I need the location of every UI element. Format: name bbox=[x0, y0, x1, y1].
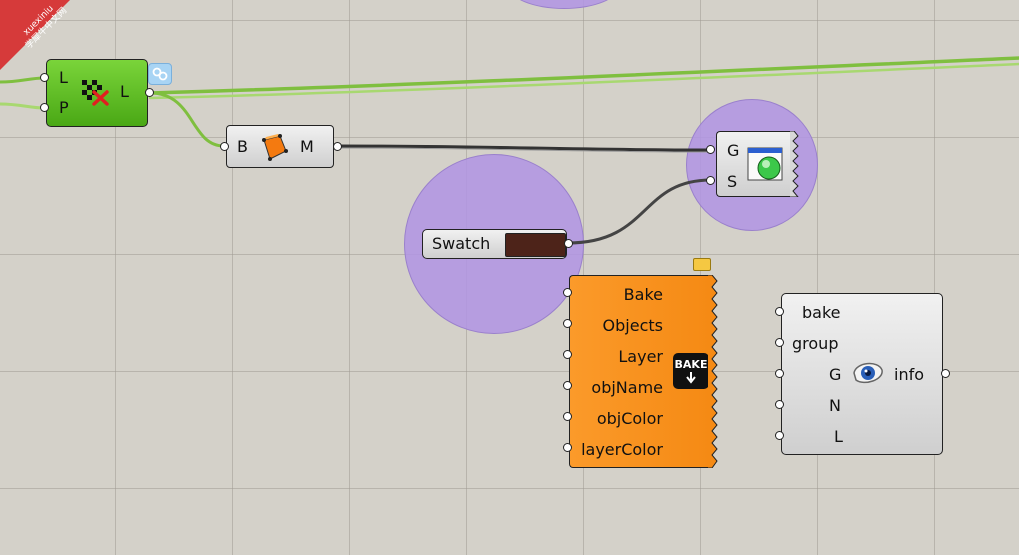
swatch-port-out[interactable] bbox=[564, 239, 573, 248]
box-output-m-label: M bbox=[300, 137, 314, 156]
preview-port-g[interactable] bbox=[706, 145, 715, 154]
green-port-l[interactable] bbox=[40, 73, 49, 82]
bake-input-bake-label: Bake bbox=[623, 285, 663, 304]
green-port-p[interactable] bbox=[40, 103, 49, 112]
bake-icon-label: BAKE bbox=[674, 358, 708, 371]
bake-input-objcolor-label: objColor bbox=[596, 409, 663, 428]
info-output-label: info bbox=[894, 365, 925, 384]
bake-zigzag-edge bbox=[708, 275, 718, 468]
info-port-l[interactable] bbox=[775, 431, 784, 440]
preview-badge-icon[interactable] bbox=[148, 63, 172, 85]
wire-green-box bbox=[148, 91, 226, 148]
bake-input-layer-label: Layer bbox=[618, 347, 663, 366]
green-input-l-label: L bbox=[59, 68, 68, 87]
orange-box-icon bbox=[262, 134, 288, 161]
wire-swatch-preview bbox=[566, 178, 713, 245]
bake-icon: BAKE bbox=[673, 353, 709, 389]
colour-swatch[interactable]: Swatch bbox=[422, 229, 567, 259]
sphere-preview-icon bbox=[747, 147, 783, 181]
swatch-colour-box[interactable] bbox=[505, 233, 566, 257]
box-port-b[interactable] bbox=[220, 142, 229, 151]
green-output-l-label: L bbox=[120, 82, 129, 101]
bake-port-layer[interactable] bbox=[563, 350, 572, 359]
info-input-bake-label: bake bbox=[802, 303, 841, 322]
info-port-bake[interactable] bbox=[775, 307, 784, 316]
cull-pattern-component[interactable]: L P L bbox=[46, 59, 148, 127]
bake-component[interactable]: Bake Objects Layer objName objColor laye… bbox=[569, 275, 711, 468]
bake-port-objects[interactable] bbox=[563, 319, 572, 328]
swatch-label: Swatch bbox=[432, 234, 491, 253]
green-port-out[interactable] bbox=[145, 88, 154, 97]
bake-port-objcolor[interactable] bbox=[563, 412, 572, 421]
bake-port-layercolor[interactable] bbox=[563, 443, 572, 452]
wire-green-right-2 bbox=[148, 62, 1019, 100]
bake-input-objname-label: objName bbox=[591, 378, 663, 397]
info-input-g-label: G bbox=[829, 365, 842, 384]
info-port-g[interactable] bbox=[775, 369, 784, 378]
info-port-group[interactable] bbox=[775, 338, 784, 347]
wire-green-right-1 bbox=[148, 56, 1019, 95]
bake-port-objname[interactable] bbox=[563, 381, 572, 390]
info-port-out[interactable] bbox=[941, 369, 950, 378]
wire-left-1 bbox=[0, 76, 46, 84]
info-input-group-label: group bbox=[792, 334, 839, 353]
box-port-m[interactable] bbox=[333, 142, 342, 151]
info-input-n-label: N bbox=[829, 396, 841, 415]
box-component[interactable]: B M bbox=[226, 125, 334, 168]
bake-input-layercolor-label: layerColor bbox=[581, 440, 663, 459]
info-component[interactable]: bake group G N L info bbox=[781, 293, 943, 455]
preview-port-s[interactable] bbox=[706, 176, 715, 185]
bake-message-icon bbox=[693, 258, 711, 271]
eye-icon bbox=[853, 362, 883, 384]
preview-input-s-label: S bbox=[727, 172, 738, 191]
info-input-l-label: L bbox=[834, 427, 843, 446]
preview-input-g-label: G bbox=[727, 141, 740, 160]
green-input-p-label: P bbox=[59, 98, 69, 117]
custom-preview-component[interactable]: G S bbox=[716, 131, 794, 197]
bake-port-bake[interactable] bbox=[563, 288, 572, 297]
preview-zigzag-edge bbox=[790, 131, 799, 197]
bake-input-objects-label: Objects bbox=[602, 316, 663, 335]
box-input-b-label: B bbox=[237, 137, 248, 156]
checker-cross-icon bbox=[82, 80, 109, 106]
wire-left-2 bbox=[0, 102, 46, 110]
info-port-n[interactable] bbox=[775, 400, 784, 409]
